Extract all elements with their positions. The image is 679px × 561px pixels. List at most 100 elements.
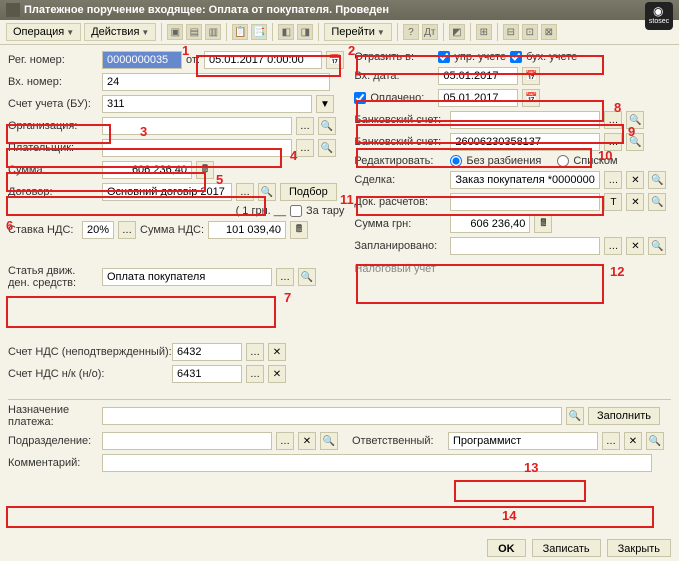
annotation-6: 6 bbox=[6, 218, 13, 233]
calendar-icon[interactable]: 📅 bbox=[326, 51, 344, 69]
toolbar-icon-4[interactable]: 📋 bbox=[232, 24, 248, 40]
upr-checkbox[interactable] bbox=[438, 51, 450, 63]
reflect-label: Отразить в: bbox=[354, 51, 434, 63]
operation-menu[interactable]: Операция▼ bbox=[6, 23, 81, 41]
clear-icon[interactable]: ✕ bbox=[626, 237, 644, 255]
ellipsis-icon[interactable]: … bbox=[276, 268, 294, 286]
search-icon[interactable]: 🔍 bbox=[298, 268, 316, 286]
toolbar-icon-1[interactable]: ▣ bbox=[167, 24, 183, 40]
ellipsis-icon[interactable]: … bbox=[602, 432, 620, 450]
ellipsis-icon[interactable]: … bbox=[246, 343, 264, 361]
purpose-input[interactable] bbox=[102, 407, 562, 425]
window-title: Платежное поручение входящее: Оплата от … bbox=[24, 4, 389, 16]
search-icon[interactable]: 🔍 bbox=[320, 432, 338, 450]
vat-rate-input[interactable] bbox=[82, 221, 114, 239]
list-radio[interactable] bbox=[557, 155, 569, 167]
toolbar-icon-6[interactable]: ◧ bbox=[278, 24, 294, 40]
vh-date-input[interactable] bbox=[438, 67, 518, 85]
annotation-13: 13 bbox=[524, 460, 538, 475]
za-taru-checkbox[interactable] bbox=[290, 205, 302, 217]
annotation-8: 8 bbox=[614, 100, 621, 115]
toolbar-icon-13[interactable]: ⊠ bbox=[541, 24, 557, 40]
clear-icon[interactable]: ✕ bbox=[626, 171, 644, 189]
clear-icon[interactable]: ✕ bbox=[268, 365, 286, 383]
toolbar-icon-3[interactable]: ▥ bbox=[205, 24, 221, 40]
vh-num-input[interactable] bbox=[102, 73, 330, 91]
calc-icon[interactable]: 🖩 bbox=[290, 221, 308, 239]
actions-menu[interactable]: Действия▼ bbox=[84, 23, 156, 41]
paid-date-input[interactable] bbox=[438, 89, 518, 107]
reg-date-input[interactable] bbox=[204, 51, 322, 69]
toolbar-icon-5[interactable]: 📑 bbox=[251, 24, 267, 40]
save-button[interactable]: Записать bbox=[532, 539, 601, 557]
goto-menu[interactable]: Перейти▼ bbox=[324, 23, 392, 41]
clear-icon[interactable]: ✕ bbox=[298, 432, 316, 450]
toolbar-icon-9[interactable]: ◩ bbox=[449, 24, 465, 40]
comment-input[interactable] bbox=[102, 454, 652, 472]
paid-checkbox[interactable] bbox=[354, 92, 366, 104]
toolbar-icon-7[interactable]: ◨ bbox=[297, 24, 313, 40]
annotation-3: 3 bbox=[140, 124, 147, 139]
cashflow-label-1: Статья движ. bbox=[8, 265, 98, 277]
podbor-button[interactable]: Подбор bbox=[280, 183, 337, 201]
calc-icon[interactable]: 🖩 bbox=[196, 161, 214, 179]
search-icon[interactable]: 🔍 bbox=[566, 407, 584, 425]
close-button[interactable]: Закрыть bbox=[607, 539, 671, 557]
ellipsis-icon[interactable]: … bbox=[276, 432, 294, 450]
vat-acct-nk-label: Счет НДС н/к (н/о): bbox=[8, 368, 168, 380]
vat-sum-label: Сумма НДС: bbox=[140, 224, 204, 236]
clear-icon[interactable]: ✕ bbox=[626, 193, 644, 211]
vat-sum-input[interactable] bbox=[208, 221, 286, 239]
vat-acct-unconf-input[interactable] bbox=[172, 343, 242, 361]
clear-icon[interactable]: ✕ bbox=[268, 343, 286, 361]
deal-input[interactable] bbox=[450, 171, 600, 189]
search-icon[interactable]: 🔍 bbox=[648, 171, 666, 189]
ellipsis-icon[interactable]: … bbox=[236, 183, 254, 201]
planned-input[interactable] bbox=[450, 237, 600, 255]
cashflow-input[interactable] bbox=[102, 268, 272, 286]
resp-input[interactable] bbox=[448, 432, 598, 450]
help-icon[interactable]: ? bbox=[403, 24, 419, 40]
toolbar-icon-11[interactable]: ⊟ bbox=[503, 24, 519, 40]
payer-input[interactable] bbox=[102, 139, 292, 157]
ellipsis-icon[interactable]: … bbox=[296, 139, 314, 157]
toolbar-icon-10[interactable]: ⊞ bbox=[476, 24, 492, 40]
toolbar-icon-2[interactable]: ▤ bbox=[186, 24, 202, 40]
search-icon[interactable]: 🔍 bbox=[648, 237, 666, 255]
clear-icon[interactable]: ✕ bbox=[624, 432, 642, 450]
bank-acct1-input[interactable] bbox=[450, 111, 600, 129]
bank-acct2-input[interactable] bbox=[450, 133, 600, 151]
search-icon[interactable]: 🔍 bbox=[258, 183, 276, 201]
ellipsis-icon[interactable]: … bbox=[296, 117, 314, 135]
search-icon[interactable]: 🔍 bbox=[318, 139, 336, 157]
acct-bu-input[interactable] bbox=[102, 95, 312, 113]
doc-calc-input[interactable] bbox=[450, 193, 600, 211]
ellipsis-icon[interactable]: … bbox=[604, 171, 622, 189]
purpose-label-2: платежа: bbox=[8, 416, 98, 428]
ellipsis-icon[interactable]: … bbox=[246, 365, 264, 383]
sum-input[interactable] bbox=[102, 161, 192, 179]
calendar-icon[interactable]: 📅 bbox=[522, 89, 540, 107]
no-split-radio[interactable] bbox=[450, 155, 462, 167]
toolbar-icon-12[interactable]: ⊡ bbox=[522, 24, 538, 40]
sum-grn-label: Сумма грн: bbox=[354, 218, 446, 230]
search-icon[interactable]: 🔍 bbox=[648, 193, 666, 211]
calendar-icon[interactable]: 📅 bbox=[522, 67, 540, 85]
dropdown-icon[interactable]: ▼ bbox=[316, 95, 334, 113]
dept-input[interactable] bbox=[102, 432, 272, 450]
fill-button[interactable]: Заполнить bbox=[588, 407, 660, 425]
reg-num-input[interactable] bbox=[102, 51, 182, 69]
calc-icon[interactable]: 🖩 bbox=[534, 215, 552, 233]
sum-grn-input[interactable] bbox=[450, 215, 530, 233]
buh-checkbox[interactable] bbox=[510, 51, 522, 63]
toolbar-icon-8[interactable]: Дт bbox=[422, 24, 438, 40]
org-input[interactable] bbox=[102, 117, 292, 135]
search-icon[interactable]: 🔍 bbox=[318, 117, 336, 135]
ellipsis-icon[interactable]: … bbox=[118, 221, 136, 239]
ellipsis-icon[interactable]: … bbox=[604, 237, 622, 255]
contract-input[interactable] bbox=[102, 183, 232, 201]
ok-button[interactable]: OK bbox=[487, 539, 526, 557]
search-icon[interactable]: 🔍 bbox=[646, 432, 664, 450]
vat-acct-nk-input[interactable] bbox=[172, 365, 242, 383]
t-icon[interactable]: T bbox=[604, 193, 622, 211]
